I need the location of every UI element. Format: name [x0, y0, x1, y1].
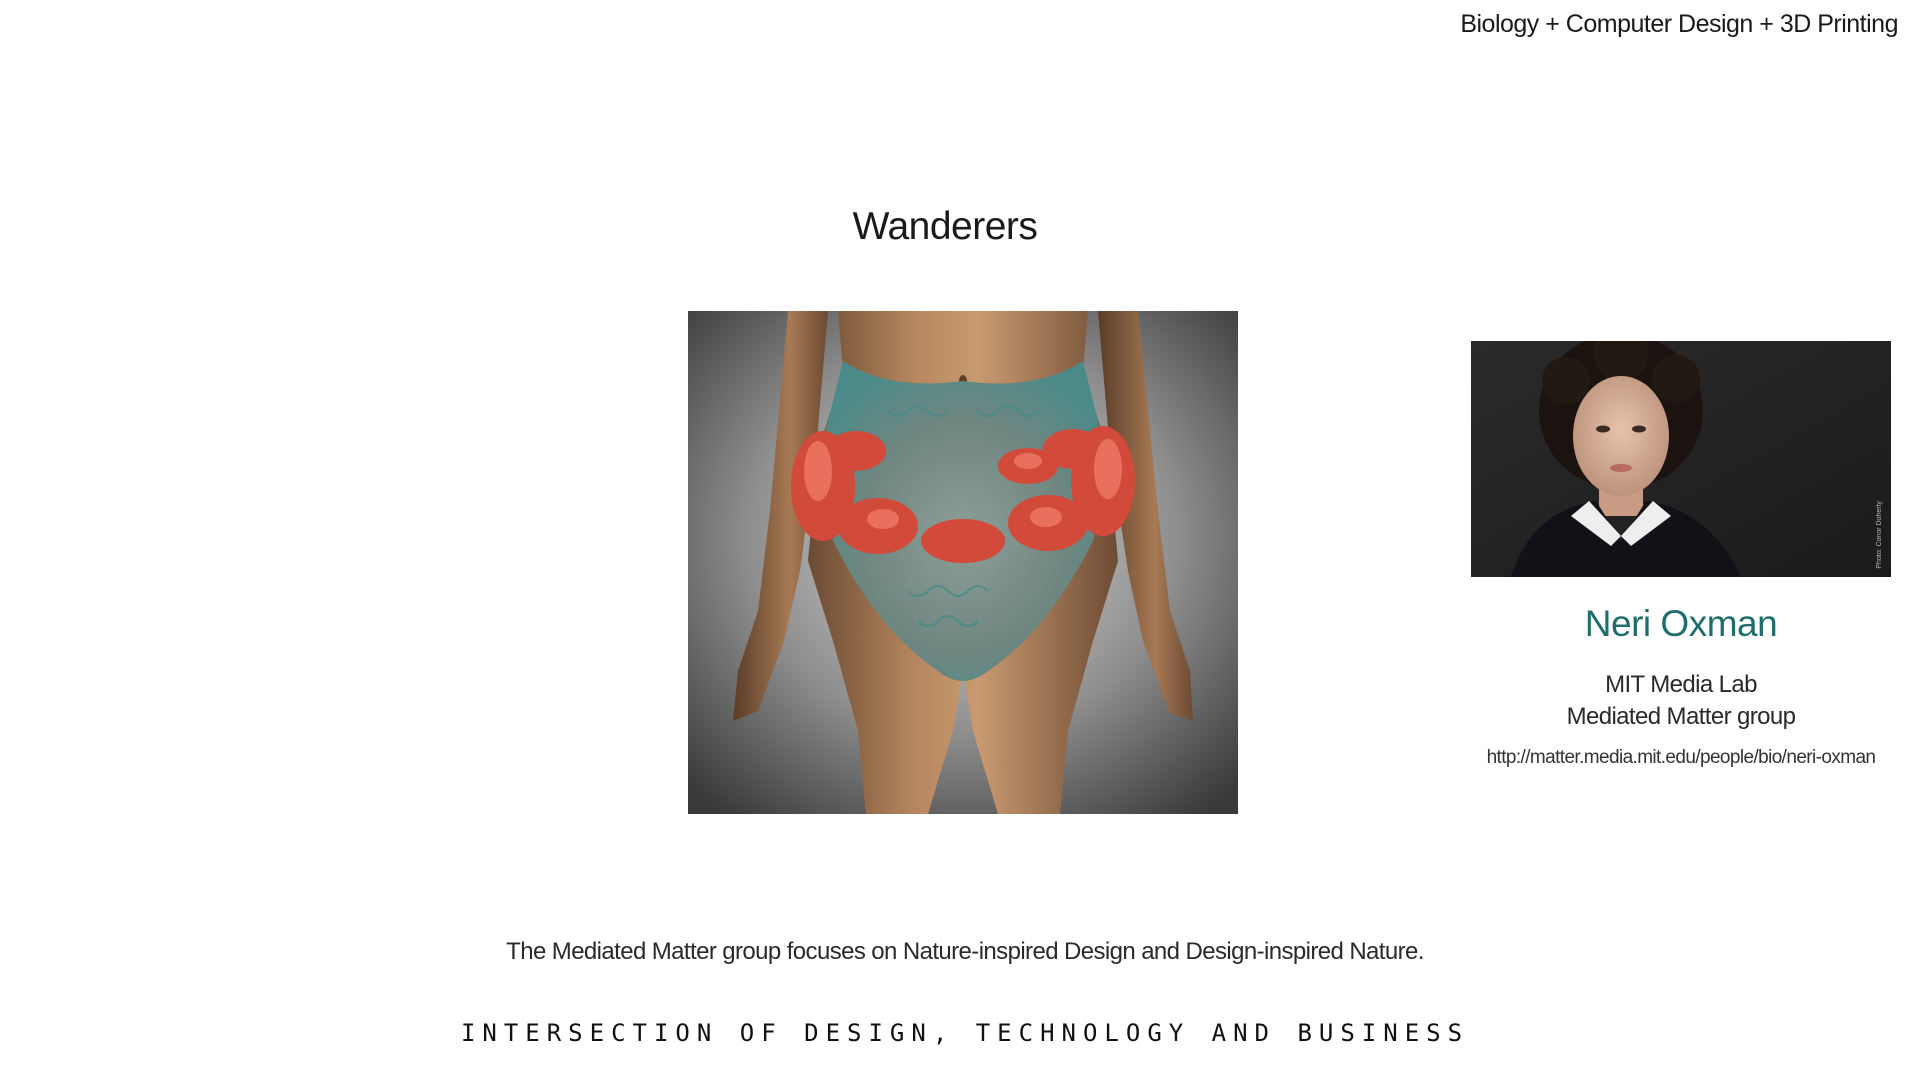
person-name: Neri Oxman [1584, 603, 1778, 644]
tagline: INTERSECTION OF DESIGN, TECHNOLOGY AND B… [460, 1019, 1470, 1047]
artwork-title: Wanderers [852, 205, 1038, 248]
group-description: The Mediated Matter group focuses on Nat… [506, 938, 1424, 965]
topic-header: Biology + Computer Design + 3D Printing [1460, 10, 1898, 38]
photo-credit: Photo: Conor Doherty [1876, 501, 1883, 569]
affiliation-lab: MIT Media Lab [1605, 671, 1757, 698]
portrait-photo: Photo: Conor Doherty [1471, 341, 1891, 577]
profile-url-link[interactable]: http://matter.media.mit.edu/people/bio/n… [1471, 747, 1891, 769]
affiliation-group: Mediated Matter group [1566, 703, 1796, 730]
artwork-photo [688, 311, 1238, 814]
